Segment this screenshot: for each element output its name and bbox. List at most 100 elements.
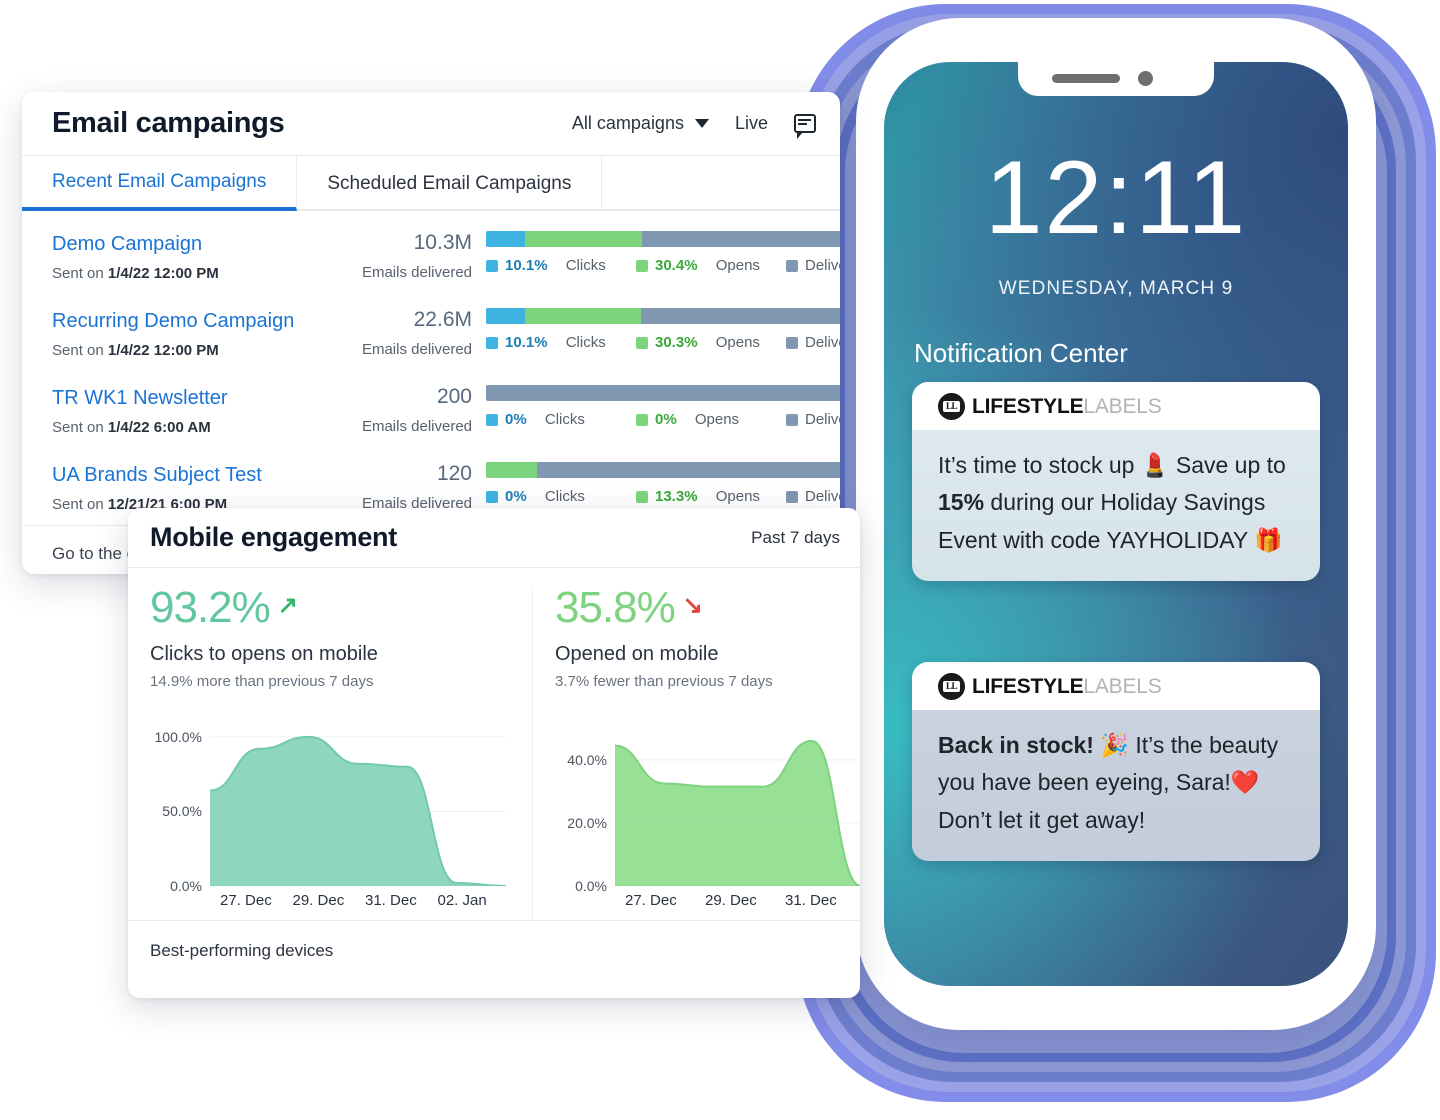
campaign-list: Demo Campaign Sent on 1/4/22 12:00 PM 10.3… — [22, 211, 840, 525]
campaign-name-link[interactable]: Recurring Demo Campaign — [52, 308, 342, 335]
campaign-name-link[interactable]: TR WK1 Newsletter — [52, 385, 342, 412]
phone-notch — [1018, 62, 1214, 96]
x-axis-labels: 27. Dec 29. Dec 31. Dec — [555, 892, 860, 909]
y-axis-tick: 0.0% — [170, 878, 202, 894]
bar-segment-opens — [524, 308, 642, 324]
table-row: Demo Campaign Sent on 1/4/22 12:00 PM 10.3… — [22, 217, 840, 294]
notification-center-title: Notification Center — [914, 338, 1128, 368]
legend-swatch-deliveries — [786, 336, 798, 349]
page-title: Email campaings — [52, 107, 285, 139]
x-axis-tick: 29. Dec — [705, 892, 757, 909]
stacked-bar — [486, 385, 840, 401]
notification-card[interactable]: LL LIFESTYLELABELS It’s time to stock up… — [912, 382, 1320, 581]
legend-swatch-opens — [636, 336, 648, 349]
kpi-header: 93.2% ↗ — [150, 586, 510, 630]
campaign-metrics: 10.1% Clicks30.3% OpensDeliveries — [472, 308, 840, 351]
notification-header: LL LIFESTYLELABELS — [912, 382, 1320, 430]
campaign-delivered: 22.6M Emails delivered — [342, 308, 472, 358]
bar-segment-clicks — [486, 308, 525, 324]
campaign-info: TR WK1 Newsletter Sent on 1/4/22 6:00 AM — [52, 385, 342, 436]
lockscreen-date: WEDNESDAY, MARCH 9 — [998, 278, 1234, 299]
x-axis-tick: 27. Dec — [220, 892, 272, 909]
tab-bar: Recent Email Campaigns Scheduled Email C… — [22, 155, 840, 211]
email-campaigns-card: Email campaings All campaigns Live Recen… — [22, 92, 840, 574]
chart-svg — [614, 739, 860, 886]
x-axis-tick: 27. Dec — [625, 892, 677, 909]
notification-brand: LIFESTYLELABELS — [972, 395, 1162, 419]
campaign-name-link[interactable]: Demo Campaign — [52, 231, 342, 258]
date-range-label[interactable]: Past 7 days — [751, 528, 840, 548]
x-axis-tick: 31. Dec — [365, 892, 417, 909]
campaign-info: Recurring Demo Campaign Sent on 1/4/22 12… — [52, 308, 342, 359]
chart-svg — [209, 735, 507, 886]
y-axis-tick: 100.0% — [154, 728, 202, 745]
campaign-delivered: 120 Emails delivered — [342, 462, 472, 512]
campaign-info: Demo Campaign Sent on 1/4/22 12:00 PM — [52, 231, 342, 282]
brand-light: LABELS — [1083, 674, 1162, 698]
campaign-delivered: 10.3M Emails delivered — [342, 231, 472, 281]
campaign-sent-date: Sent on 1/4/22 12:00 PM — [52, 342, 219, 359]
x-axis-labels: 27. Dec 29. Dec 31. Dec 02. Jan — [150, 892, 510, 909]
delivered-count: 10.3M — [413, 231, 472, 254]
legend-swatch-opens — [636, 259, 648, 272]
trend-down-icon: ↘ — [682, 592, 703, 619]
legend-opens: 0% Opens — [636, 411, 786, 428]
kpi-value: 93.2% — [150, 583, 271, 632]
kpi-panel-opened-on-mobile: 35.8% ↘ Opened on mobile 3.7% fewer than… — [532, 586, 860, 920]
notification-header: LL LIFESTYLELABELS — [912, 662, 1320, 710]
legend-clicks: 10.1% Clicks — [486, 334, 636, 351]
best-performing-devices-label[interactable]: Best-performing devices — [128, 920, 860, 981]
delivered-label: Emails delivered — [361, 418, 472, 435]
legend-opens: 30.3% Opens — [636, 334, 786, 351]
legend-swatch-deliveries — [786, 413, 798, 426]
legend-clicks: 0% Clicks — [486, 411, 636, 428]
mobile-engagement-card: Mobile engagement Past 7 days 93.2% ↗ Cl… — [128, 508, 860, 998]
mobile-engagement-header: Mobile engagement Past 7 days — [128, 508, 860, 568]
campaign-sent-date: Sent on 1/4/22 6:00 AM — [52, 419, 211, 436]
legend-swatch-deliveries — [786, 490, 798, 503]
legend-swatch-deliveries — [786, 259, 798, 272]
kpi-panel-clicks-to-opens: 93.2% ↗ Clicks to opens on mobile 14.9% … — [128, 586, 532, 920]
x-axis-tick: 29. Dec — [292, 892, 345, 909]
kpi-value: 35.8% — [555, 583, 676, 632]
trend-up-icon: ↗ — [277, 592, 298, 619]
live-toggle[interactable]: Live — [735, 113, 768, 134]
legend-swatch-clicks — [486, 259, 498, 272]
notification-body: Back in stock! 🎉 It’s the beauty you hav… — [912, 710, 1320, 861]
legend-swatch-clicks — [486, 413, 498, 426]
lockscreen-clock: 12:11 — [984, 140, 1248, 256]
delivered-label: Emails delivered — [361, 264, 472, 281]
lifestyle-labels-logo-icon: LL — [938, 673, 965, 700]
kpi-subtext: 3.7% fewer than previous 7 days — [555, 673, 773, 690]
notification-brand: LIFESTYLELABELS — [972, 675, 1162, 699]
legend-swatch-clicks — [486, 336, 498, 349]
mobile-engagement-body: 93.2% ↗ Clicks to opens on mobile 14.9% … — [128, 568, 860, 920]
y-axis-tick: 20.0% — [567, 814, 607, 831]
legend-deliveries: Deliveries — [786, 488, 840, 505]
campaign-metrics: 0% Clicks13.3% OpensDeliveries — [472, 462, 840, 505]
campaign-filter-dropdown[interactable]: All campaigns — [572, 113, 709, 134]
chevron-down-icon — [694, 119, 709, 128]
area-chart-clicks-to-opens: 0.0% 50.0% 100.0% 27. Dec 29. Dec 31. Dec 02. … — [150, 716, 510, 926]
campaign-sent-date: Sent on 1/4/22 12:00 PM — [52, 265, 219, 282]
stacked-bar — [486, 308, 840, 324]
bar-segment-opens — [524, 231, 642, 247]
brand-light: LABELS — [1083, 394, 1162, 418]
delivered-label: Emails delivered — [361, 341, 472, 358]
tab-scheduled-email-campaigns[interactable]: Scheduled Email Campaigns — [297, 156, 603, 211]
campaign-name-link[interactable]: UA Brands Subject Test — [52, 462, 342, 489]
brand-bold: LIFESTYLE — [972, 674, 1084, 698]
tab-recent-email-campaigns[interactable]: Recent Email Campaigns — [22, 156, 298, 211]
bar-legend: 0% Clicks0% OpensDeliveries — [486, 411, 840, 428]
legend-swatch-opens — [636, 490, 648, 503]
campaign-metrics: 10.1% Clicks30.4% OpensDeliveries — [472, 231, 840, 274]
legend-deliveries: Deliveries — [786, 411, 840, 428]
campaign-filter-label: All campaigns — [571, 113, 684, 133]
earpiece-speaker-icon — [1052, 74, 1120, 83]
delivered-count: 22.6M — [413, 308, 472, 331]
phone-screen: 12:11 WEDNESDAY, MARCH 9 Notification Ce… — [884, 62, 1348, 986]
comment-bubble-icon[interactable] — [794, 114, 816, 139]
notification-card[interactable]: LL LIFESTYLELABELS Back in stock! 🎉 It’s… — [912, 662, 1320, 861]
legend-deliveries: Deliveries — [786, 334, 840, 351]
y-axis-tick: 50.0% — [162, 803, 202, 820]
